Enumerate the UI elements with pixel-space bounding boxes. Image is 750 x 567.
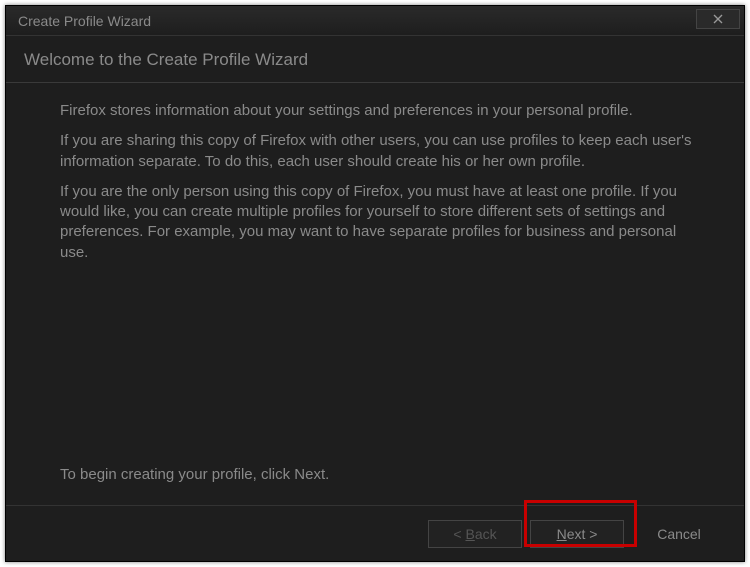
content-area: Welcome to the Create Profile Wizard Fir…: [6, 36, 744, 561]
next-rest: ext >: [567, 526, 598, 542]
header-area: Welcome to the Create Profile Wizard: [6, 36, 744, 83]
wizard-window: Create Profile Wizard Welcome to the Cre…: [5, 5, 745, 562]
intro-paragraph-1: Firefox stores information about your se…: [60, 101, 708, 121]
spacer: [60, 273, 708, 465]
begin-instruction: To begin creating your profile, click Ne…: [60, 465, 708, 485]
back-mnemonic: B: [465, 526, 474, 542]
next-mnemonic: N: [557, 526, 567, 542]
intro-paragraph-2: If you are sharing this copy of Firefox …: [60, 131, 708, 172]
window-title: Create Profile Wizard: [18, 13, 151, 29]
intro-paragraph-3: If you are the only person using this co…: [60, 182, 708, 263]
cancel-button[interactable]: Cancel: [632, 520, 726, 548]
body-area: Firefox stores information about your se…: [6, 83, 744, 505]
back-button: < Back: [428, 520, 522, 548]
back-prefix: <: [453, 526, 465, 542]
titlebar: Create Profile Wizard: [6, 6, 744, 36]
close-icon: [713, 14, 723, 24]
close-button[interactable]: [696, 9, 740, 29]
back-rest: ack: [475, 526, 497, 542]
page-heading: Welcome to the Create Profile Wizard: [24, 50, 726, 70]
button-row: < Back Next > Cancel: [6, 505, 744, 561]
next-button[interactable]: Next >: [530, 520, 624, 548]
